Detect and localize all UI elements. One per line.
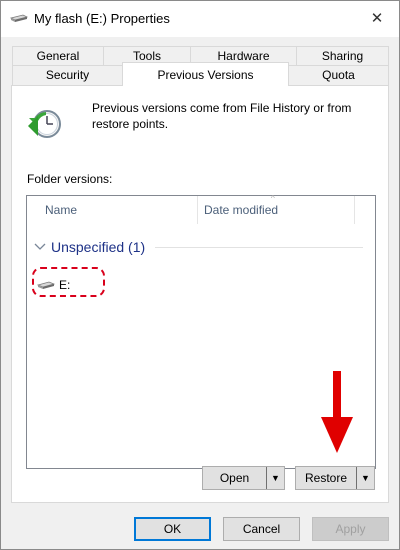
restore-dropdown-arrow[interactable]: ▼ [356,467,374,489]
column-separator[interactable] [197,196,198,224]
open-button[interactable]: Open [203,467,266,489]
tab-sharing[interactable]: Sharing [296,46,389,65]
close-icon: ✕ [370,10,384,27]
dropdown-arrow-icon: ▼ [361,473,370,483]
ok-button[interactable]: OK [134,517,211,541]
tab-security[interactable]: Security [12,65,123,86]
restore-button[interactable]: Restore [296,467,356,489]
group-title: Unspecified (1) [51,239,146,255]
column-date-modified-header[interactable]: Date modified [204,196,278,224]
restore-split-button[interactable]: Restore ▼ [295,466,375,490]
folder-versions-label: Folder versions: [27,172,113,186]
group-header-unspecified[interactable]: Unspecified (1) [33,236,363,258]
red-arrow-icon [321,371,353,453]
window-title: My flash (E:) Properties [34,11,170,26]
usb-drive-icon [10,14,28,22]
title-bar: My flash (E:) Properties ✕ [1,1,399,37]
tab-general[interactable]: General [12,46,104,65]
dropdown-arrow-icon: ▼ [271,473,280,483]
column-name-header[interactable]: Name [45,196,77,224]
chevron-down-icon [34,243,46,250]
column-separator[interactable] [354,196,355,224]
tab-previous-versions[interactable]: Previous Versions [122,62,289,86]
properties-window: My flash (E:) Properties ✕ General Tools… [0,0,400,550]
cancel-button[interactable]: Cancel [223,517,300,541]
restore-clock-icon [28,110,61,138]
tab-quota[interactable]: Quota [288,65,389,86]
close-button[interactable]: ✕ [355,1,399,35]
info-text: Previous versions come from File History… [92,101,352,131]
apply-button[interactable]: Apply [312,517,389,541]
open-dropdown-arrow[interactable]: ▼ [266,467,284,489]
open-split-button[interactable]: Open ▼ [202,466,285,490]
group-divider [155,246,363,248]
annotation-highlight-box [32,267,105,297]
